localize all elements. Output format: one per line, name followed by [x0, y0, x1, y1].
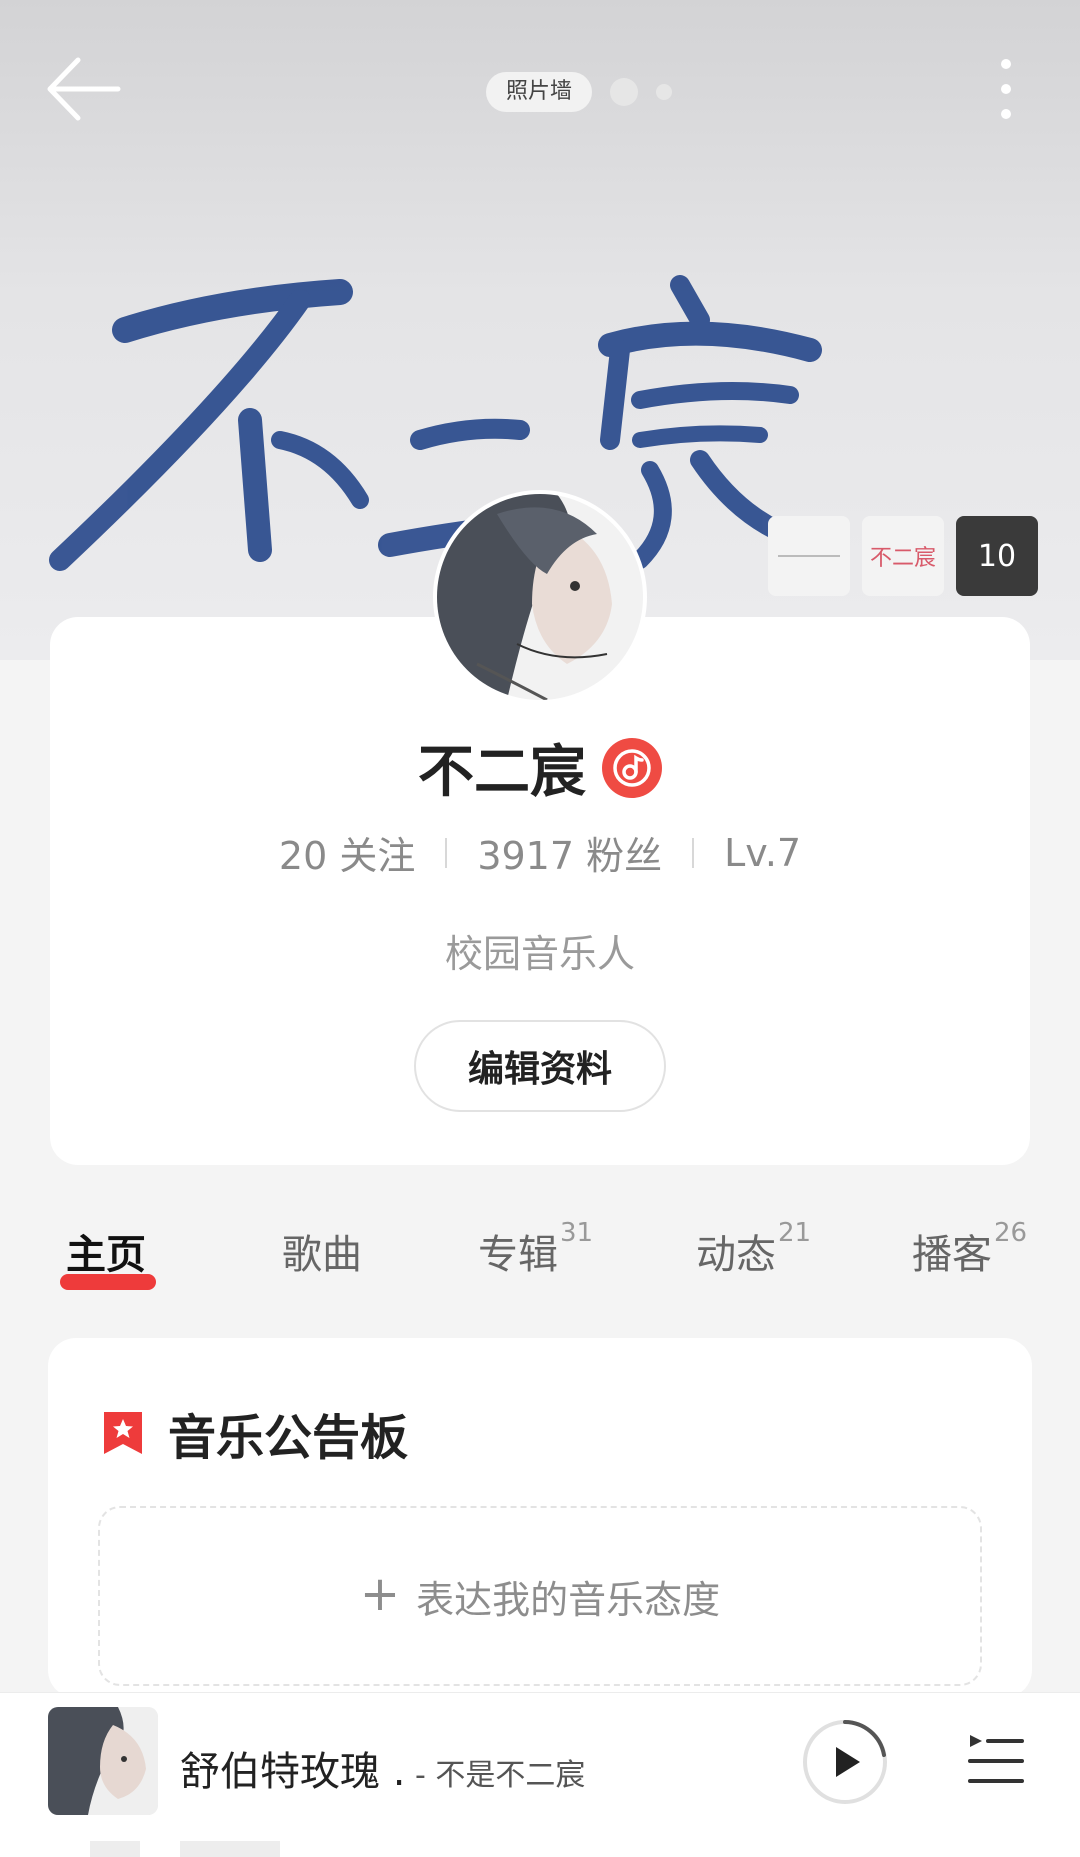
- tab-albums[interactable]: 专辑 31: [478, 1218, 593, 1280]
- photo-wall-indicator[interactable]: 照片墙: [486, 72, 673, 112]
- bookmark-star-icon: [104, 1412, 142, 1454]
- board-header: 音乐公告板: [100, 1398, 408, 1468]
- play-button[interactable]: [800, 1717, 890, 1807]
- song-cover[interactable]: [48, 1707, 158, 1815]
- avatar[interactable]: [433, 490, 647, 704]
- mini-player[interactable]: 舒伯特玫瑰 . - 不是不二宸: [0, 1692, 1080, 1857]
- tab-activity[interactable]: 动态 21: [696, 1218, 811, 1280]
- playlist-icon[interactable]: [966, 1729, 1026, 1793]
- now-playing-text[interactable]: 舒伯特玫瑰 . - 不是不二宸: [180, 1739, 585, 1797]
- tab-count: 21: [778, 1218, 812, 1248]
- edit-profile-button[interactable]: 编辑资料: [414, 1020, 666, 1112]
- profile-tabs: 主页 歌曲 专辑 31 动态 21 播客 26: [0, 1218, 1080, 1312]
- avatar-illustration: [437, 494, 643, 700]
- cover-illustration: [48, 1707, 158, 1815]
- scrolled-content-peek: [90, 1841, 280, 1857]
- music-board-card: 音乐公告板 + 表达我的音乐态度: [48, 1338, 1032, 1698]
- thumbnail-logo-text: 不二宸: [869, 546, 936, 571]
- tab-count: 31: [560, 1218, 594, 1248]
- top-bar: 照片墙: [0, 40, 1080, 140]
- board-title: 音乐公告板: [168, 1410, 409, 1466]
- musician-badge-icon[interactable]: [602, 737, 662, 798]
- user-level[interactable]: Lv.7: [694, 831, 831, 875]
- name-row: 不二宸: [50, 727, 1030, 808]
- stats-row: 20 关注 3917 粉丝 Lv.7: [50, 825, 1030, 880]
- add-music-attitude-button[interactable]: + 表达我的音乐态度: [98, 1506, 982, 1686]
- add-attitude-label: 表达我的音乐态度: [416, 1577, 721, 1622]
- tab-label: 主页: [66, 1232, 146, 1278]
- tab-label: 播客: [912, 1232, 992, 1278]
- photo-count-tile[interactable]: 10: [956, 516, 1038, 596]
- tab-label: 专辑: [478, 1232, 558, 1278]
- tab-label: 动态: [696, 1232, 776, 1278]
- photo-thumbnail[interactable]: [768, 516, 850, 596]
- thumbnail-text-image: [778, 555, 840, 557]
- tab-podcasts[interactable]: 播客 26: [912, 1218, 1027, 1280]
- photo-thumbnails: 不二宸 10: [768, 516, 1038, 596]
- back-arrow-icon[interactable]: [46, 54, 124, 124]
- profile-bio: 校园音乐人: [444, 932, 635, 976]
- page-dot: [656, 84, 673, 100]
- song-artist: - 不是不二宸: [405, 1758, 586, 1793]
- photo-thumbnail[interactable]: 不二宸: [862, 516, 944, 596]
- tab-home[interactable]: 主页: [66, 1222, 146, 1280]
- plus-icon: +: [359, 1566, 401, 1622]
- tab-songs[interactable]: 歌曲: [282, 1222, 362, 1280]
- song-title: 舒伯特玫瑰 .: [180, 1749, 406, 1795]
- tab-count: 26: [994, 1218, 1028, 1248]
- photo-wall-label: 照片墙: [486, 72, 593, 112]
- play-icon: [803, 1720, 887, 1804]
- following-count[interactable]: 20 关注: [249, 825, 445, 880]
- followers-count[interactable]: 3917 粉丝: [447, 825, 692, 880]
- profile-name: 不二宸: [418, 740, 586, 805]
- tab-label: 歌曲: [282, 1232, 362, 1278]
- page-dot: [610, 78, 639, 106]
- more-vertical-icon[interactable]: [984, 54, 1028, 124]
